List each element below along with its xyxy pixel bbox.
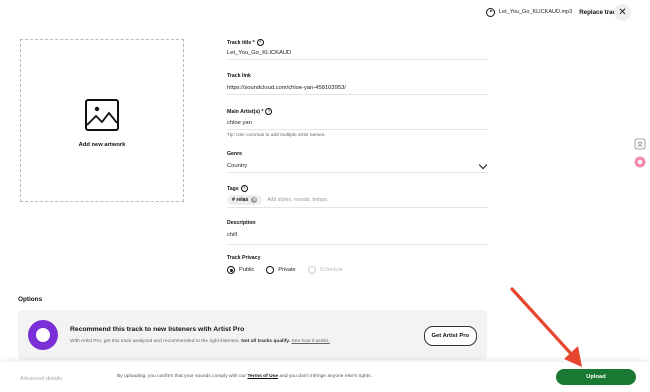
translate-icon[interactable]: 文 <box>634 138 646 150</box>
see-how-link[interactable]: See how it works. <box>291 339 329 344</box>
tags-placeholder: Add styles, moods, tempo. <box>267 197 329 203</box>
radio-icon <box>266 266 275 274</box>
description-input[interactable]: chill <box>227 232 488 245</box>
radio-icon <box>307 266 316 274</box>
help-icon[interactable]: ? <box>240 185 248 192</box>
tag-chip: # relax ✕ <box>227 195 263 205</box>
genre-value: Country <box>227 163 248 169</box>
play-icon[interactable] <box>486 7 495 17</box>
privacy-private-radio[interactable]: Private <box>266 266 296 274</box>
promo-description: With Artist Pro, get this track analyzed… <box>70 339 330 344</box>
privacy-radio-group: Public Private Schedule <box>227 266 343 274</box>
chevron-down-icon <box>478 160 488 170</box>
upload-button[interactable]: Upload <box>556 369 636 385</box>
annotation-arrow <box>510 287 582 367</box>
close-button[interactable]: ✕ <box>614 4 631 21</box>
main-artist-label: Main Artist(s) *? <box>227 108 273 115</box>
privacy-schedule-radio: Schedule <box>307 266 343 274</box>
file-name: Let_You_Go_KLICKAUD.mp3 <box>499 9 573 15</box>
help-icon[interactable]: ? <box>265 108 273 115</box>
file-bar: Let_You_Go_KLICKAUD.mp3 Replace track <box>486 5 619 19</box>
remove-tag-icon[interactable]: ✕ <box>251 197 258 203</box>
radio-selected-icon <box>227 266 235 274</box>
promo-title: Recommend this track to new listeners wi… <box>70 326 245 333</box>
terms-notice: By uploading, you confirm that your soun… <box>117 374 372 379</box>
image-icon <box>85 99 119 131</box>
genre-select[interactable]: Country <box>227 160 488 173</box>
close-icon: ✕ <box>618 7 627 18</box>
add-artwork-label: Add new artwork <box>78 142 126 148</box>
get-artist-pro-button[interactable]: Get Artist Pro <box>423 326 477 346</box>
options-heading: Options <box>18 296 43 303</box>
genre-label: Genre <box>227 151 242 157</box>
help-icon[interactable]: ? <box>256 39 264 46</box>
track-title-label: Track title *? <box>227 39 264 46</box>
tags-input[interactable]: # relax ✕ Add styles, moods, tempo. <box>227 195 488 208</box>
artist-pro-logo-icon <box>28 320 58 350</box>
track-title-input[interactable]: Let_You_Go_KLICKAUD <box>227 50 488 60</box>
description-label: Description <box>227 220 256 226</box>
assistant-icon[interactable] <box>634 156 646 168</box>
main-artist-input[interactable]: chloe yan <box>227 120 488 130</box>
svg-text:文: 文 <box>637 141 643 149</box>
privacy-public-radio[interactable]: Public <box>227 266 254 274</box>
advanced-details[interactable]: Advanced details <box>20 376 62 382</box>
terms-link[interactable]: Terms of Use <box>247 374 278 379</box>
privacy-label: Track Privacy <box>227 255 261 261</box>
artwork-dropzone[interactable]: Add new artwork <box>20 39 184 202</box>
artist-tip: Tip: Use commas to add multiple artist n… <box>227 133 326 138</box>
tags-label: Tags? <box>227 185 248 192</box>
track-link-input[interactable]: https://soundcloud.com/chloe-yan-4581039… <box>227 85 488 95</box>
track-link-label: Track link <box>227 73 251 79</box>
artist-pro-promo: Recommend this track to new listeners wi… <box>18 310 487 360</box>
